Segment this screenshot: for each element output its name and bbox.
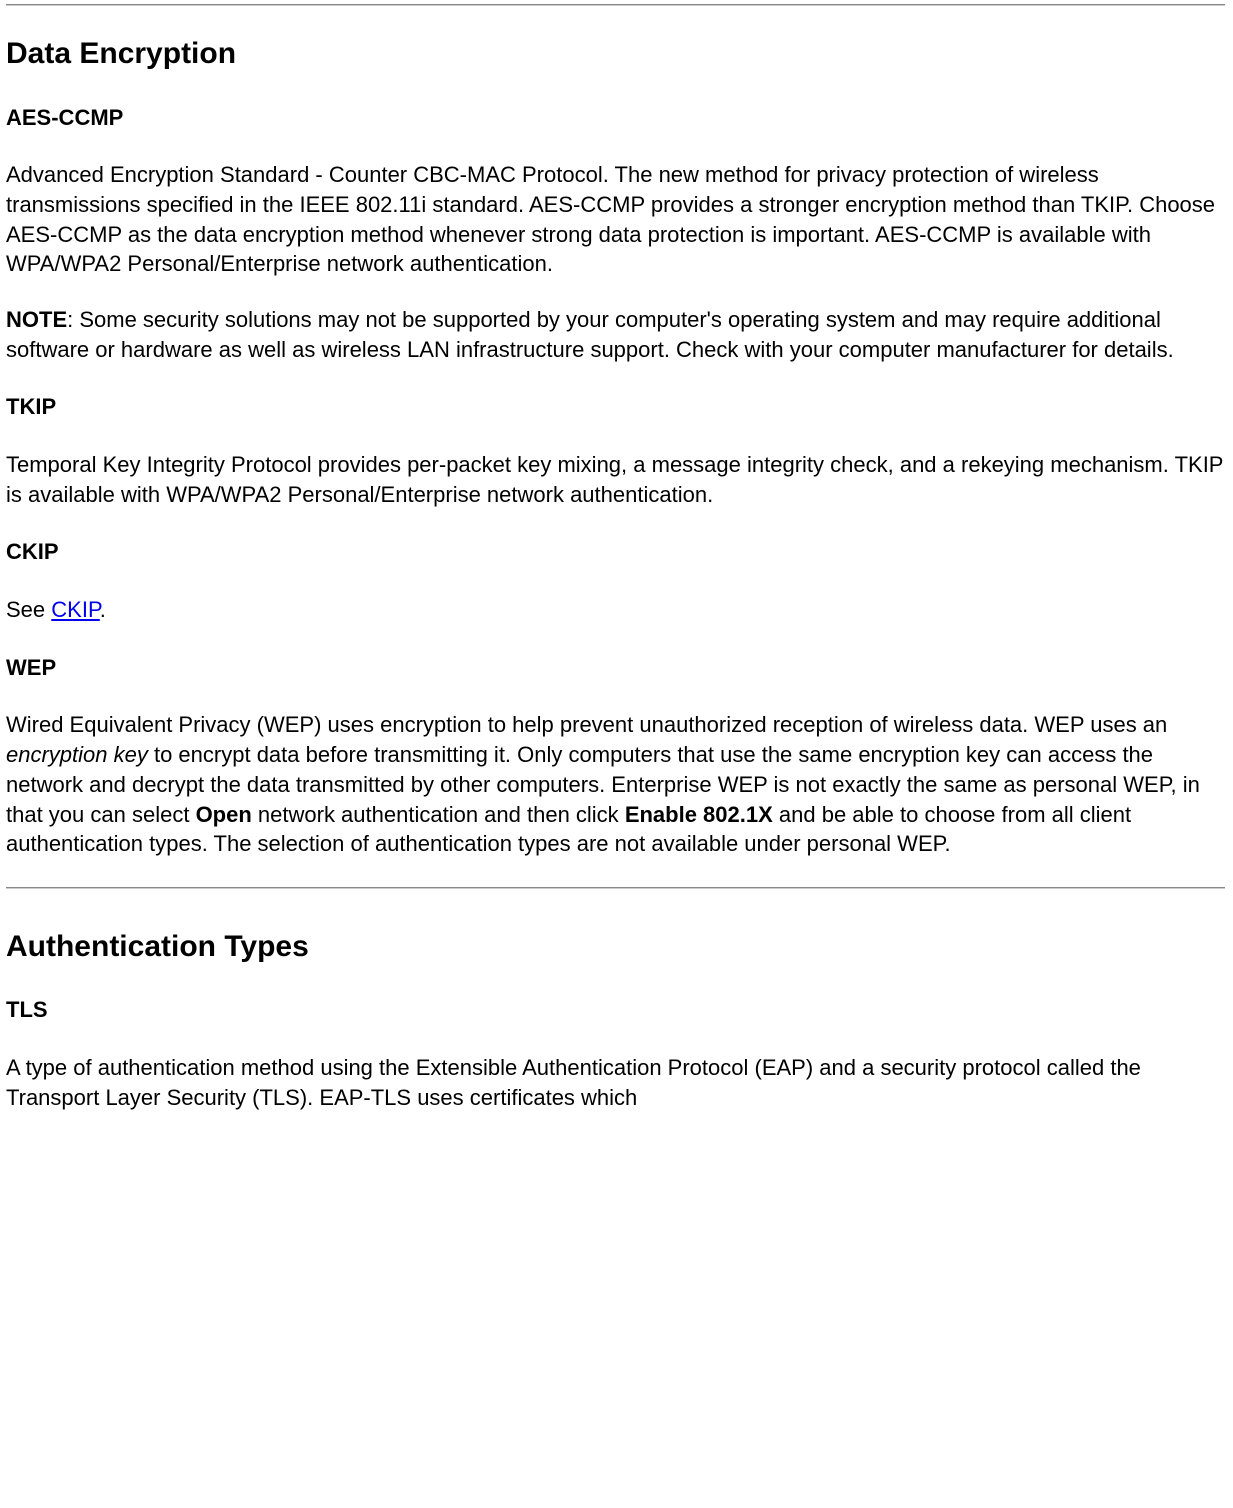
wep-italic-encryption-key: encryption key: [6, 742, 148, 767]
wep-part1: Wired Equivalent Privacy (WEP) uses encr…: [6, 712, 1167, 737]
paragraph-ckip: See CKIP.: [6, 595, 1225, 625]
paragraph-aes-ccmp: Advanced Encryption Standard - Counter C…: [6, 160, 1225, 279]
section-heading-authentication-types: Authentication Types: [6, 927, 1225, 968]
subheading-tls: TLS: [6, 995, 1225, 1025]
subheading-wep: WEP: [6, 653, 1225, 683]
wep-bold-enable-8021x: Enable 802.1X: [625, 802, 773, 827]
subheading-tkip: TKIP: [6, 392, 1225, 422]
paragraph-tkip: Temporal Key Integrity Protocol provides…: [6, 450, 1225, 509]
paragraph-tls: A type of authentication method using th…: [6, 1053, 1225, 1112]
note-body: : Some security solutions may not be sup…: [6, 307, 1174, 362]
ckip-link[interactable]: CKIP: [51, 597, 100, 622]
note-label: NOTE: [6, 307, 67, 332]
paragraph-note: NOTE: Some security solutions may not be…: [6, 305, 1225, 364]
section-divider: [6, 887, 1225, 889]
paragraph-wep: Wired Equivalent Privacy (WEP) uses encr…: [6, 710, 1225, 858]
subheading-aes-ccmp: AES-CCMP: [6, 103, 1225, 133]
subheading-ckip: CKIP: [6, 537, 1225, 567]
ckip-suffix: .: [100, 597, 106, 622]
ckip-prefix: See: [6, 597, 51, 622]
wep-bold-open: Open: [196, 802, 252, 827]
top-divider: [6, 4, 1225, 6]
section-heading-data-encryption: Data Encryption: [6, 34, 1225, 75]
wep-part3: network authentication and then click: [252, 802, 625, 827]
